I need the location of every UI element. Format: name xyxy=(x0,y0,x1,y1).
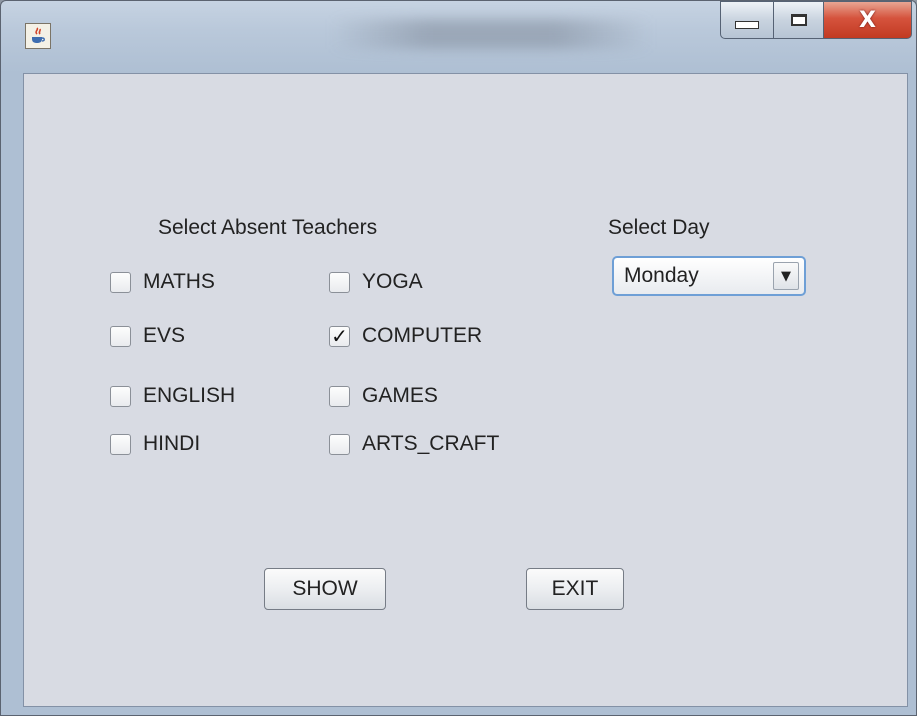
checkbox-yoga[interactable]: YOGA xyxy=(329,270,423,294)
exit-button[interactable]: EXIT xyxy=(526,568,624,610)
content-panel: Select Absent Teachers Select Day MATHS … xyxy=(23,73,908,707)
checkbox-label: EVS xyxy=(143,324,186,347)
checkmark-icon: ✓ xyxy=(331,324,348,348)
checkbox-label: COMPUTER xyxy=(362,324,483,347)
teachers-heading: Select Absent Teachers xyxy=(158,216,378,239)
checkbox-label: YOGA xyxy=(362,270,423,293)
maximize-button[interactable] xyxy=(774,1,824,39)
title-bar[interactable]: X xyxy=(1,1,916,73)
dropdown-arrow-icon[interactable]: ▼ xyxy=(773,262,799,290)
checkbox-label: ENGLISH xyxy=(143,384,236,407)
blurred-title xyxy=(331,19,651,49)
checkbox-computer[interactable]: ✓ COMPUTER xyxy=(329,324,482,348)
java-app-icon[interactable] xyxy=(25,23,51,49)
checkbox-label: ARTS_CRAFT xyxy=(362,432,500,455)
checkbox-games[interactable]: GAMES xyxy=(329,384,438,408)
window-controls: X xyxy=(720,1,912,41)
minimize-button[interactable] xyxy=(720,1,774,39)
checkbox-box[interactable] xyxy=(110,433,131,455)
close-icon: X xyxy=(859,7,876,33)
close-button[interactable]: X xyxy=(824,1,912,39)
day-heading: Select Day xyxy=(608,216,710,239)
checkbox-box[interactable]: ✓ xyxy=(329,324,350,348)
checkbox-label: HINDI xyxy=(143,432,201,455)
checkbox-english[interactable]: ENGLISH xyxy=(110,384,235,408)
checkbox-box[interactable] xyxy=(329,433,350,455)
checkbox-arts-craft[interactable]: ARTS_CRAFT xyxy=(329,432,499,456)
checkbox-label: MATHS xyxy=(143,270,215,293)
checkbox-evs[interactable]: EVS xyxy=(110,324,185,348)
minimize-icon xyxy=(735,21,759,29)
show-button[interactable]: SHOW xyxy=(264,568,386,610)
day-select-value: Monday xyxy=(624,264,699,287)
checkbox-box[interactable] xyxy=(110,271,131,293)
checkbox-box[interactable] xyxy=(110,325,131,347)
app-window: X Select Absent Teachers Select Day MATH… xyxy=(0,0,917,716)
checkbox-box[interactable] xyxy=(110,385,131,407)
checkbox-label: GAMES xyxy=(362,384,438,407)
checkbox-box[interactable] xyxy=(329,385,350,407)
checkbox-maths[interactable]: MATHS xyxy=(110,270,215,294)
day-select[interactable]: Monday ▼ xyxy=(612,256,806,296)
checkbox-box[interactable] xyxy=(329,271,350,293)
maximize-icon xyxy=(790,14,807,26)
checkbox-hindi[interactable]: HINDI xyxy=(110,432,200,456)
